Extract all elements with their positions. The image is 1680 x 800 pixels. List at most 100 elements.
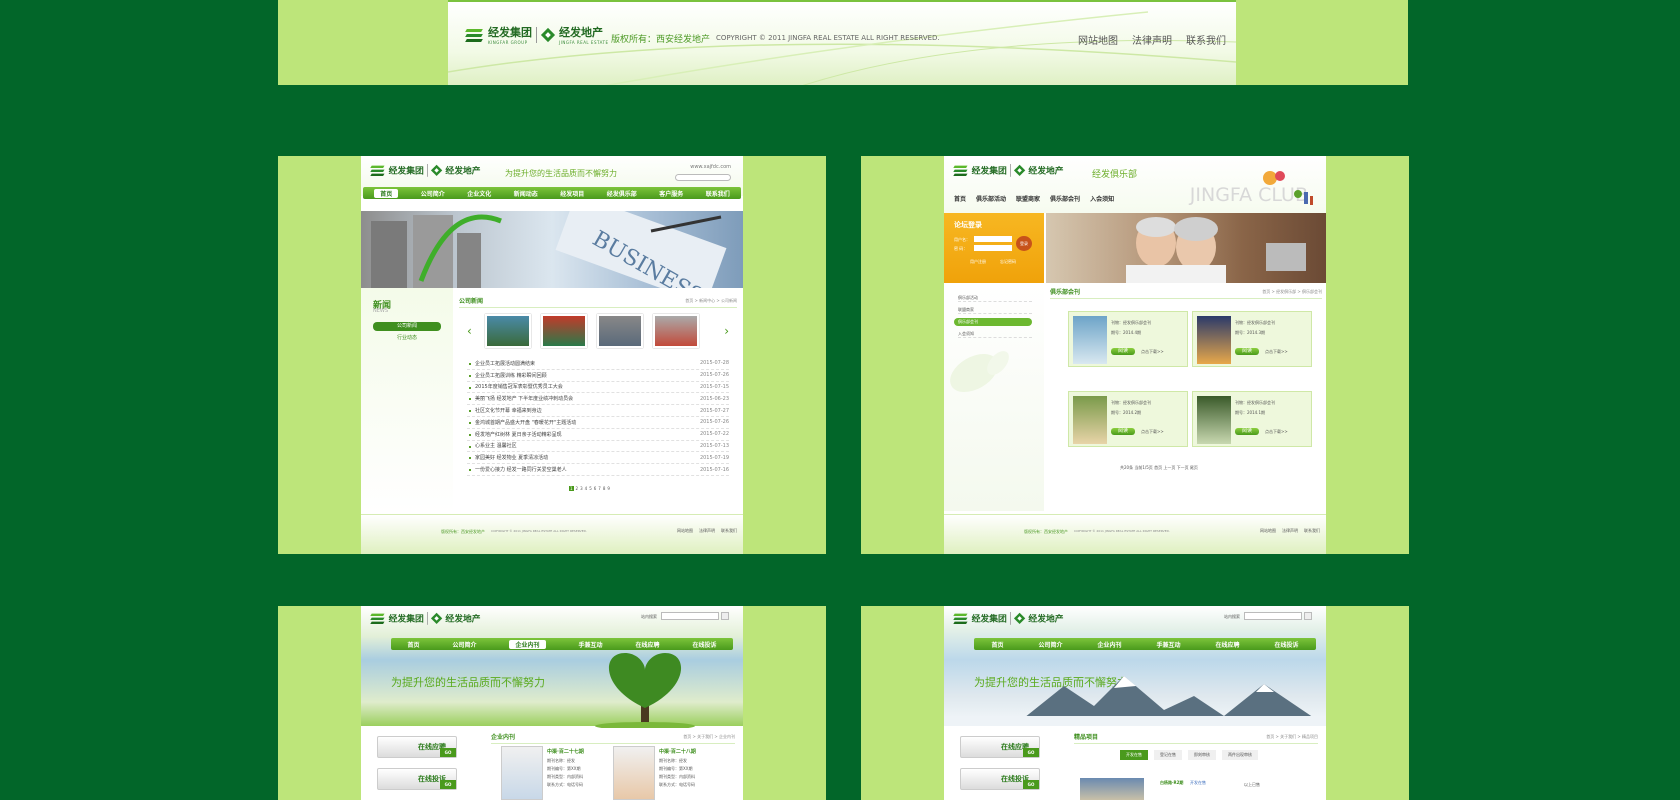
club-side-item-active[interactable]: 俱乐部会刊: [954, 318, 1032, 326]
list-item[interactable]: 金鸿城首期产品盛大开盘 "春暖花开"主题活动 2015-07-26: [467, 417, 729, 429]
journal-read-button[interactable]: 阅读: [1111, 348, 1135, 355]
journal-download-link[interactable]: 点击下载>>: [1141, 349, 1164, 355]
nav-item-journal[interactable]: 企业内刊: [509, 639, 546, 649]
journal-download-link[interactable]: 点击下载>>: [1265, 349, 1288, 355]
club-pager[interactable]: 共20条 当前1/5页 首页 上一页 下一页 尾页: [1120, 465, 1198, 471]
nav-item-projects[interactable]: 经发项目: [560, 189, 584, 198]
nav-item-jobs[interactable]: 在线应聘: [1215, 640, 1239, 649]
club-logo[interactable]: 经发集团 经发地产: [953, 164, 1064, 177]
gallery-thumb[interactable]: [485, 314, 531, 348]
login-pass-input[interactable]: [974, 245, 1012, 251]
culture-search-button[interactable]: [721, 612, 729, 620]
footer-logo[interactable]: 经发集团 KINGFAR GROUP 经发地产 JINGFA REAL ESTA…: [465, 24, 609, 45]
nav-item-home[interactable]: 首页: [991, 640, 1003, 649]
journal-issue-card[interactable]: 中渠·百二十八期 期刊名称：经发 期刊编号：第XX期 期刊类型：内部资料 联系方…: [613, 746, 713, 800]
list-item[interactable]: 心系业主 温馨社区 2015-07-13: [467, 441, 729, 453]
journal-item[interactable]: 刊物：经发俱乐部会刊 期号：2014.4期 阅读 点击下载>>: [1068, 311, 1188, 367]
list-item[interactable]: 一份爱心接力 经发一路同行关爱空巢老人 2015-07-16: [467, 464, 729, 476]
page-number[interactable]: 7: [598, 486, 601, 491]
side-button-complaint[interactable]: 在线投诉 GO: [377, 768, 457, 790]
footer-link-contact[interactable]: 联系我们: [721, 528, 737, 534]
page-number[interactable]: 2: [576, 486, 579, 491]
journal-read-button[interactable]: 阅读: [1235, 428, 1259, 435]
journal-item[interactable]: 刊物：经发俱乐部会刊 期号：2014.2期 阅读 点击下载>>: [1068, 391, 1188, 447]
page-number[interactable]: 9: [607, 486, 610, 491]
list-item[interactable]: 经发地产红树林 夏日亲子活动精彩呈现 2015-07-22: [467, 429, 729, 441]
nav-item-about[interactable]: 公司简介: [421, 189, 445, 198]
list-item[interactable]: 企业员工拓展训练 精彩瞬间回顾 2015-07-26: [467, 370, 729, 382]
tab-registered[interactable]: 登记在售: [1154, 750, 1182, 760]
side-item-company-news[interactable]: 公司新闻: [373, 322, 441, 331]
footer-link-sitemap[interactable]: 网站地图: [1078, 32, 1118, 47]
footer-link-sitemap[interactable]: 网站地图: [677, 528, 693, 534]
journal-read-button[interactable]: 阅读: [1111, 428, 1135, 435]
page-number[interactable]: 8: [603, 486, 606, 491]
tab-other[interactable]: 两件出现审核: [1222, 750, 1258, 760]
club-side-item[interactable]: 联盟商家: [958, 307, 1032, 314]
journal-download-link[interactable]: 点击下载>>: [1141, 429, 1164, 435]
login-user-input[interactable]: [974, 236, 1012, 242]
club-side-item[interactable]: 入会须知: [958, 331, 1032, 338]
side-item-industry-news[interactable]: 行业动态: [373, 334, 441, 343]
gallery-thumb[interactable]: [597, 314, 643, 348]
login-button[interactable]: 登录: [1016, 236, 1032, 251]
list-item[interactable]: 美丽飞扬 经发地产 下半年度业绩冲刺动员会 2015-06-23: [467, 393, 729, 406]
project-logo[interactable]: 经发集团 经发地产: [953, 612, 1064, 625]
tab-review[interactable]: 即刻审核: [1188, 750, 1216, 760]
page-number[interactable]: 1: [569, 486, 574, 491]
tab-on-sale[interactable]: 开发在售: [1120, 750, 1148, 760]
page-number[interactable]: 3: [580, 486, 583, 491]
gallery-next-icon[interactable]: ›: [724, 324, 729, 338]
nav-item-service[interactable]: 客户服务: [659, 189, 683, 198]
nav-item-home[interactable]: 首页: [374, 188, 399, 198]
footer-link-sitemap[interactable]: 网站地图: [1260, 528, 1276, 534]
news-logo[interactable]: 经发集团 经发地产: [370, 164, 481, 177]
journal-item[interactable]: 刊物：经发俱乐部会刊 期号：2014.1期 阅读 点击下载>>: [1192, 391, 1312, 447]
project-thumb[interactable]: [1080, 778, 1144, 800]
nav-item-complaint[interactable]: 在线投诉: [1274, 640, 1298, 649]
footer-link-contact[interactable]: 联系我们: [1186, 32, 1226, 47]
project-link[interactable]: 开发在售: [1190, 780, 1206, 786]
page-number[interactable]: 5: [589, 486, 592, 491]
journal-download-link[interactable]: 点击下载>>: [1265, 429, 1288, 435]
list-item[interactable]: 家园美好 经发物业 夏季清凉活动 2015-07-19: [467, 452, 729, 465]
club-nav-join[interactable]: 入会须知: [1090, 194, 1114, 203]
club-nav-merchants[interactable]: 联盟商家: [1016, 194, 1040, 203]
footer-link-legal[interactable]: 法律声明: [1282, 528, 1298, 534]
nav-item-club[interactable]: 经发俱乐部: [607, 189, 637, 198]
nav-item-contact[interactable]: 联系我们: [706, 189, 730, 198]
footer-link-contact[interactable]: 联系我们: [1304, 528, 1320, 534]
page-number[interactable]: 6: [594, 486, 597, 491]
journal-issue-card[interactable]: 中渠·百二十七期 期刊名称：经发 期刊编号：第XX期 期刊类型：内部资料 联系方…: [501, 746, 601, 800]
list-item[interactable]: 企业员工拓展活动圆满结束 2015-07-28: [467, 358, 729, 370]
culture-logo[interactable]: 经发集团 经发地产: [370, 612, 481, 625]
journal-item[interactable]: 刊物：经发俱乐部会刊 期号：2014.3期 阅读 点击下载>>: [1192, 311, 1312, 367]
nav-item-home[interactable]: 首页: [407, 640, 419, 649]
list-item[interactable]: 2015年度销售冠军表彰暨优秀员工大会 2015-07-15: [467, 382, 729, 394]
list-item[interactable]: 社区文化节开幕 幸福来到身边 2015-07-27: [467, 405, 729, 417]
nav-item-interact[interactable]: 手兼互动: [1156, 640, 1180, 649]
side-button-jobs[interactable]: 在线应聘 GO: [377, 736, 457, 758]
forgot-link[interactable]: 忘记密码: [1000, 259, 1016, 265]
gallery-prev-icon[interactable]: ‹: [467, 324, 472, 338]
project-search-button[interactable]: [1304, 612, 1312, 620]
gallery-thumb[interactable]: [653, 314, 699, 348]
footer-link-legal[interactable]: 法律声明: [1132, 32, 1172, 47]
project-search-input[interactable]: [1244, 612, 1302, 620]
nav-item-about[interactable]: 公司简介: [1038, 640, 1062, 649]
nav-item-culture[interactable]: 企业文化: [467, 189, 491, 198]
side-button-complaint[interactable]: 在线投诉 GO: [960, 768, 1040, 790]
journal-read-button[interactable]: 阅读: [1235, 348, 1259, 355]
club-nav-home[interactable]: 首页: [954, 194, 966, 203]
club-nav-activities[interactable]: 俱乐部活动: [976, 194, 1006, 203]
nav-item-journal[interactable]: 企业内刊: [1097, 640, 1121, 649]
club-side-item[interactable]: 俱乐部活动: [958, 295, 1032, 302]
nav-item-about[interactable]: 公司简介: [452, 640, 476, 649]
gallery-thumb[interactable]: [541, 314, 587, 348]
footer-link-legal[interactable]: 法律声明: [699, 528, 715, 534]
club-nav-journal[interactable]: 俱乐部会刊: [1050, 194, 1080, 203]
nav-item-news[interactable]: 新闻动态: [514, 189, 538, 198]
page-number[interactable]: 4: [585, 486, 588, 491]
news-search-input[interactable]: [675, 174, 731, 181]
side-button-jobs[interactable]: 在线应聘 GO: [960, 736, 1040, 758]
